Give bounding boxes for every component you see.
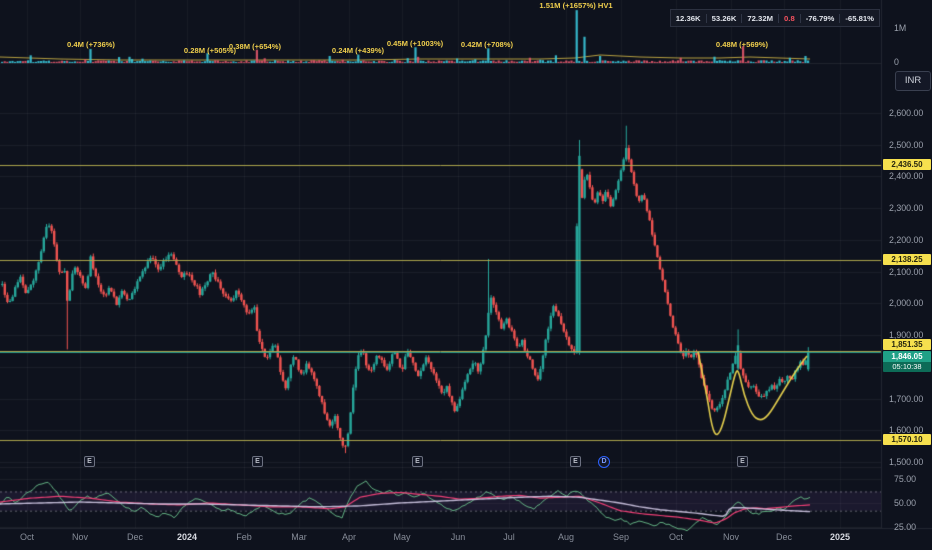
price-axis-label: 2,000.00 [889, 298, 924, 309]
volume-axis-label: 0 [894, 57, 899, 67]
earnings-badge[interactable]: E [252, 456, 263, 467]
volume-axis-label: 1M [894, 23, 907, 33]
chart-canvas[interactable] [0, 0, 932, 550]
time-axis-label[interactable]: Oct [658, 532, 694, 542]
price-level-tag: 2,436.50 [883, 159, 931, 170]
bar-countdown-timer: 05:10:38 [883, 362, 931, 372]
price-axis-label: 2,200.00 [889, 234, 924, 245]
time-axis-label[interactable]: Aug [548, 532, 584, 542]
databar-segment-u-d-vol: 0.8 [779, 13, 801, 23]
price-axis-label: 2,600.00 [889, 108, 924, 118]
price-axis-label: 1,700.00 [889, 393, 924, 404]
time-axis-label[interactable]: Dec [117, 532, 153, 542]
time-axis-label[interactable]: Jul [491, 532, 527, 542]
trading-chart-window: 1.51M (+1657%) HV1 12.36K 53.26K 72.32M 0.8… [0, 0, 932, 550]
time-axis-label[interactable]: Oct [9, 532, 45, 542]
volume-indicator-databar[interactable]: 12.36K 53.26K 72.32M 0.8 -76.79% -65.81% [669, 9, 880, 27]
databar-segment-avg-vol: 72.32M [742, 13, 780, 23]
time-axis-label[interactable]: Nov [62, 532, 98, 542]
time-axis-label[interactable]: 2025 [822, 532, 858, 542]
price-level-tag: 2,138.25 [883, 254, 931, 265]
volume-spike-label: 0.4M (+736%) [67, 40, 115, 49]
time-axis-label[interactable]: Apr [331, 532, 367, 542]
earnings-badge[interactable]: E [737, 456, 748, 467]
time-axis-label[interactable]: Nov [713, 532, 749, 542]
price-level-tag: 1,570.10 [883, 434, 931, 445]
price-level-tag: 1,851.35 [883, 339, 931, 350]
time-axis-label[interactable]: Mar [281, 532, 317, 542]
time-axis-label[interactable]: Sep [603, 532, 639, 542]
current-price-value: 1,846.05 [883, 351, 931, 362]
price-axis-label: 1,500.00 [889, 457, 924, 467]
databar-segment-vol-run-rate: -65.81% [845, 13, 874, 23]
earnings-badge[interactable]: E [570, 456, 581, 467]
volume-spike-label: 0.48M (+569%) [715, 40, 769, 49]
highest-volume-label: 1.51M (+1657%) HV1 [539, 1, 613, 10]
time-axis-label[interactable]: May [384, 532, 420, 542]
rsi-axis-label: 25.00 [894, 522, 917, 532]
volume-spike-label: 0.42M (+708%) [460, 40, 514, 49]
price-axis-label: 2,400.00 [889, 171, 924, 182]
databar-segment-avg-vol: 53.26K [707, 13, 743, 23]
databar-segment--chg: -76.79% [801, 13, 841, 23]
rsi-axis-label: 75.00 [894, 474, 917, 484]
time-axis-label[interactable]: Dec [766, 532, 802, 542]
earnings-badge[interactable]: E [412, 456, 423, 467]
currency-button[interactable]: INR [895, 71, 931, 91]
databar-segment-volume: 12.36K [671, 13, 707, 23]
time-axis-label[interactable]: Feb [226, 532, 262, 542]
time-axis-label[interactable]: 2024 [169, 532, 205, 542]
price-axis-label: 2,300.00 [889, 203, 924, 214]
rsi-axis-label: 50.00 [894, 498, 917, 508]
dividend-badge[interactable]: D [598, 456, 610, 468]
time-axis-label[interactable]: Jun [440, 532, 476, 542]
earnings-badge[interactable]: E [84, 456, 95, 467]
price-axis-label: 2,100.00 [889, 266, 924, 277]
price-axis-label: 2,500.00 [889, 139, 924, 150]
current-price-tag: 1,846.05 05:10:38 [883, 351, 931, 372]
